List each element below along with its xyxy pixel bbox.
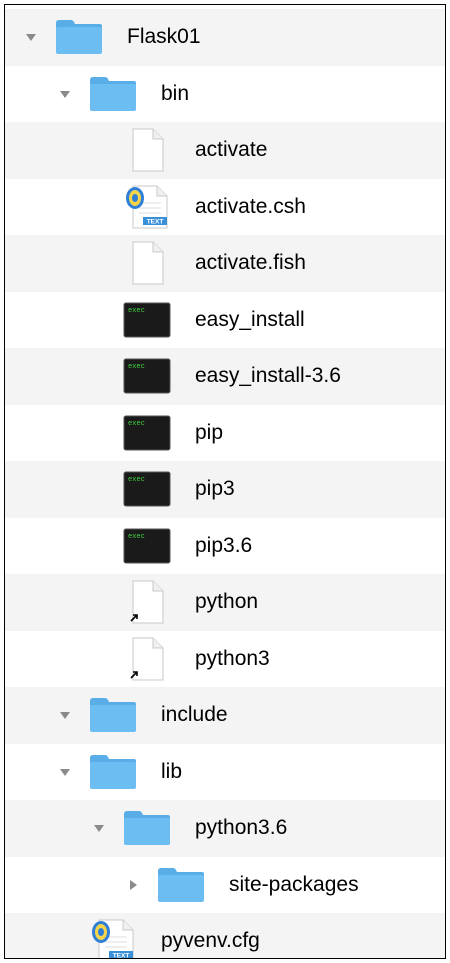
tree-row-python3-6[interactable]: python3.6 [5, 800, 445, 857]
exec-icon: exec [121, 411, 173, 455]
folder-icon [121, 806, 173, 850]
exec-icon: exec [121, 354, 173, 398]
tree-row-site-packages[interactable]: site-packages [5, 857, 445, 914]
tree-row-activate[interactable]: activate [5, 122, 445, 179]
item-name: activate [195, 138, 268, 162]
exec-icon: exec [121, 298, 173, 342]
disclosure-triangle-down-icon[interactable] [57, 764, 73, 780]
text-document-icon: TEXT [121, 185, 173, 229]
folder-icon [155, 863, 207, 907]
folder-icon [87, 693, 139, 737]
item-name: python3.6 [195, 816, 288, 840]
item-name: include [161, 703, 228, 727]
svg-text:exec: exec [128, 420, 145, 428]
text-document-icon: TEXT [87, 919, 139, 959]
svg-text:exec: exec [128, 363, 145, 371]
folder-icon [87, 750, 139, 794]
tree-row-python3[interactable]: python3 [5, 631, 445, 688]
exec-icon: exec [121, 524, 173, 568]
item-name: activate.fish [195, 251, 306, 275]
document-icon [121, 241, 173, 285]
finder-list-view: Flask01 bin activate TEXT activate.csh a… [4, 4, 446, 959]
svg-text:TEXT: TEXT [147, 218, 164, 225]
item-name: activate.csh [195, 194, 306, 218]
tree-row-lib[interactable]: lib [5, 744, 445, 801]
tree-row-activate-fish[interactable]: activate.fish [5, 235, 445, 292]
svg-text:exec: exec [128, 307, 145, 315]
item-name: python3 [195, 646, 270, 670]
item-name: Flask01 [127, 25, 201, 49]
tree-row-bin[interactable]: bin [5, 66, 445, 123]
item-name: easy_install [195, 307, 305, 331]
disclosure-triangle-down-icon[interactable] [23, 29, 39, 45]
svg-text:exec: exec [128, 476, 145, 484]
item-name: pip3 [195, 477, 235, 501]
tree-row-pip[interactable]: exec pip [5, 405, 445, 462]
item-name: site-packages [229, 872, 359, 896]
disclosure-triangle-right-icon[interactable] [125, 877, 141, 893]
folder-icon [87, 72, 139, 116]
tree-row-include[interactable]: include [5, 687, 445, 744]
tree-row-easy-install[interactable]: exec easy_install [5, 292, 445, 349]
tree-row-pip3-6[interactable]: exec pip3.6 [5, 518, 445, 575]
item-name: bin [161, 81, 190, 105]
item-name: python [195, 590, 259, 614]
svg-text:exec: exec [128, 533, 145, 541]
item-name: pip3.6 [195, 533, 253, 557]
file-tree: Flask01 bin activate TEXT activate.csh a… [5, 9, 445, 959]
tree-row-activate-csh[interactable]: TEXT activate.csh [5, 179, 445, 236]
exec-icon: exec [121, 467, 173, 511]
disclosure-triangle-down-icon[interactable] [57, 86, 73, 102]
item-name: lib [161, 759, 183, 783]
document-icon [121, 128, 173, 172]
tree-row-python[interactable]: python [5, 574, 445, 631]
tree-row-easy-install-3-6[interactable]: exec easy_install-3.6 [5, 348, 445, 405]
alias-document-icon [121, 637, 173, 681]
item-name: pyvenv.cfg [161, 929, 260, 953]
tree-row-pyvenv-cfg[interactable]: TEXT pyvenv.cfg [5, 913, 445, 959]
item-name: easy_install-3.6 [195, 364, 341, 388]
tree-row-pip3[interactable]: exec pip3 [5, 461, 445, 518]
disclosure-triangle-down-icon[interactable] [57, 707, 73, 723]
alias-document-icon [121, 580, 173, 624]
disclosure-triangle-down-icon[interactable] [91, 820, 107, 836]
tree-row-flask01[interactable]: Flask01 [5, 9, 445, 66]
folder-icon [53, 15, 105, 59]
item-name: pip [195, 420, 224, 444]
svg-text:TEXT: TEXT [113, 953, 130, 959]
